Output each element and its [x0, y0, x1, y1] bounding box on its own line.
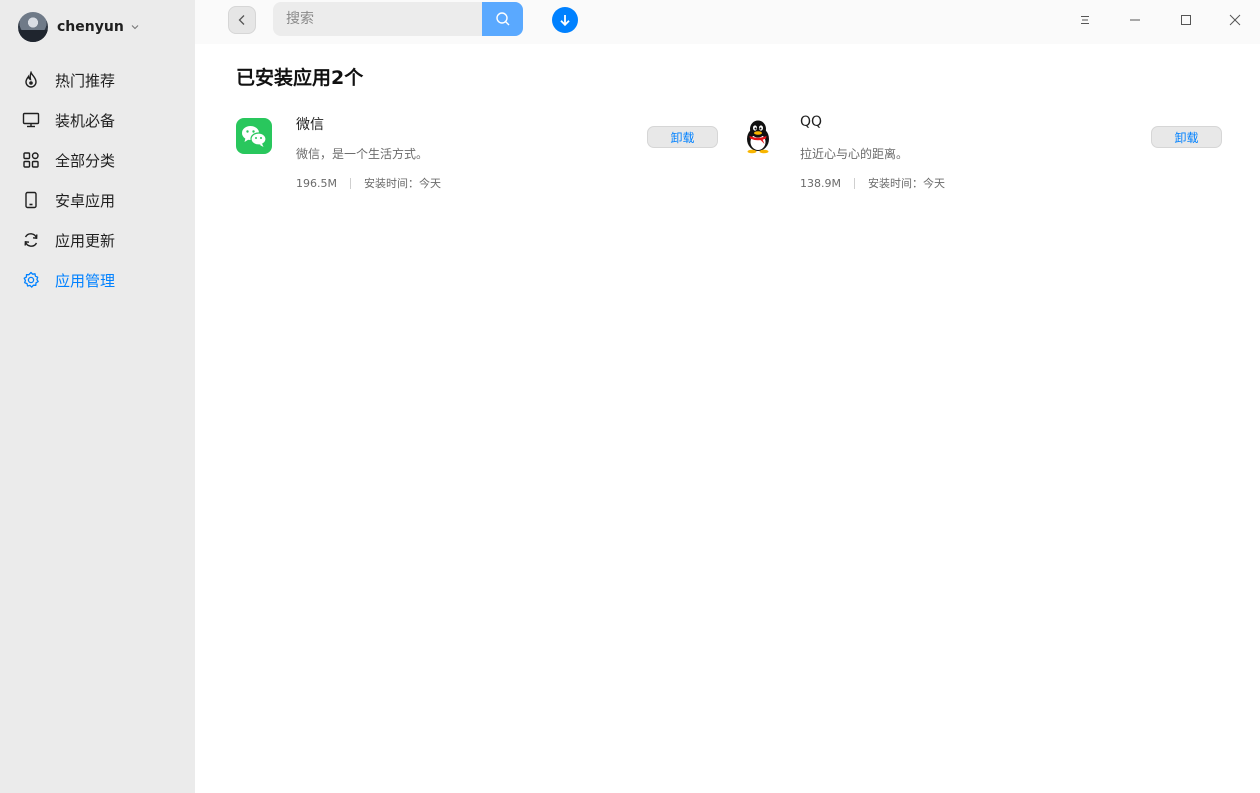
- uninstall-button[interactable]: 卸载: [1151, 126, 1222, 148]
- phone-icon: [22, 191, 40, 209]
- chevron-left-icon: [237, 14, 247, 26]
- sidebar-item-essentials[interactable]: 装机必备: [0, 100, 195, 140]
- chevron-down-icon: [131, 23, 139, 31]
- sidebar-nav: 热门推荐 装机必备 全部分类 安卓应用 应用更新 应用管理: [0, 60, 195, 300]
- monitor-icon: [22, 111, 40, 129]
- download-manager-button[interactable]: [552, 7, 578, 33]
- app-size: 138.9M: [800, 176, 841, 190]
- gear-icon: [22, 271, 40, 289]
- app-name: QQ: [800, 114, 823, 130]
- back-button[interactable]: [228, 6, 256, 34]
- divider: [349, 177, 351, 189]
- search-box: [273, 2, 523, 36]
- app-card-qq[interactable]: QQ 拉近心与心的距离。 138.9M 安装时间：今天 卸载: [740, 112, 1222, 202]
- maximize-button[interactable]: [1176, 10, 1196, 30]
- main-panel: 已安装应用2个 微信 微: [195, 0, 1260, 793]
- app-store-window: chenyun 热门推荐 装机必备 全部分类 安卓应用 应用更新 应用管理 搜索…: [0, 0, 1260, 793]
- sidebar-item-label: 应用管理: [55, 271, 116, 290]
- app-size: 196.5M: [296, 176, 337, 190]
- installed-apps-section: 已安装应用2个 微信 微信，是一个生活方式。 196.5M 安装时间：今天 卸载…: [195, 44, 1260, 793]
- maximize-icon: [1180, 14, 1192, 26]
- sidebar-item-categories[interactable]: 全部分类: [0, 140, 195, 180]
- app-description: 微信，是一个生活方式。: [296, 147, 429, 161]
- flame-icon: [22, 71, 40, 89]
- minimize-icon: [1129, 14, 1141, 26]
- menu-icon: [1079, 14, 1091, 26]
- close-icon: [1229, 14, 1241, 26]
- app-meta: 196.5M 安装时间：今天: [296, 175, 441, 191]
- qq-icon: [740, 118, 776, 154]
- close-button[interactable]: [1225, 10, 1245, 30]
- sidebar-item-hot[interactable]: 热门推荐: [0, 60, 195, 100]
- download-arrow-icon: [558, 13, 572, 27]
- app-meta: 138.9M 安装时间：今天: [800, 175, 945, 191]
- sidebar-item-label: 全部分类: [55, 151, 116, 170]
- sidebar-item-label: 热门推荐: [55, 71, 116, 90]
- wechat-icon: [236, 118, 272, 154]
- search-icon: [495, 11, 511, 27]
- app-card-wechat[interactable]: 微信 微信，是一个生活方式。 196.5M 安装时间：今天 卸载: [236, 112, 718, 202]
- uninstall-button[interactable]: 卸载: [647, 126, 718, 148]
- search-input[interactable]: [273, 2, 482, 36]
- search-button[interactable]: [482, 2, 523, 36]
- sidebar-item-label: 应用更新: [55, 231, 116, 250]
- sidebar: chenyun 热门推荐 装机必备 全部分类 安卓应用 应用更新 应用管理: [0, 0, 195, 793]
- sidebar-item-label: 安卓应用: [55, 191, 116, 210]
- install-time: 安装时间：今天: [867, 177, 945, 190]
- refresh-icon: [22, 231, 40, 249]
- app-description: 拉近心与心的距离。: [800, 147, 909, 161]
- sidebar-item-app-management[interactable]: 应用管理: [0, 260, 195, 300]
- app-name: 微信: [296, 117, 324, 133]
- divider: [853, 177, 855, 189]
- page-title: 已安装应用2个: [236, 67, 364, 89]
- sidebar-item-android[interactable]: 安卓应用: [0, 180, 195, 220]
- grid-icon: [22, 151, 40, 169]
- sidebar-item-label: 装机必备: [55, 111, 116, 130]
- user-menu[interactable]: chenyun: [18, 12, 139, 42]
- minimize-button[interactable]: [1125, 10, 1145, 30]
- sidebar-item-updates[interactable]: 应用更新: [0, 220, 195, 260]
- install-time: 安装时间：今天: [363, 177, 441, 190]
- menu-button[interactable]: [1075, 10, 1095, 30]
- title-bar: [195, 0, 1260, 44]
- avatar: [18, 12, 48, 42]
- username: chenyun: [57, 19, 124, 35]
